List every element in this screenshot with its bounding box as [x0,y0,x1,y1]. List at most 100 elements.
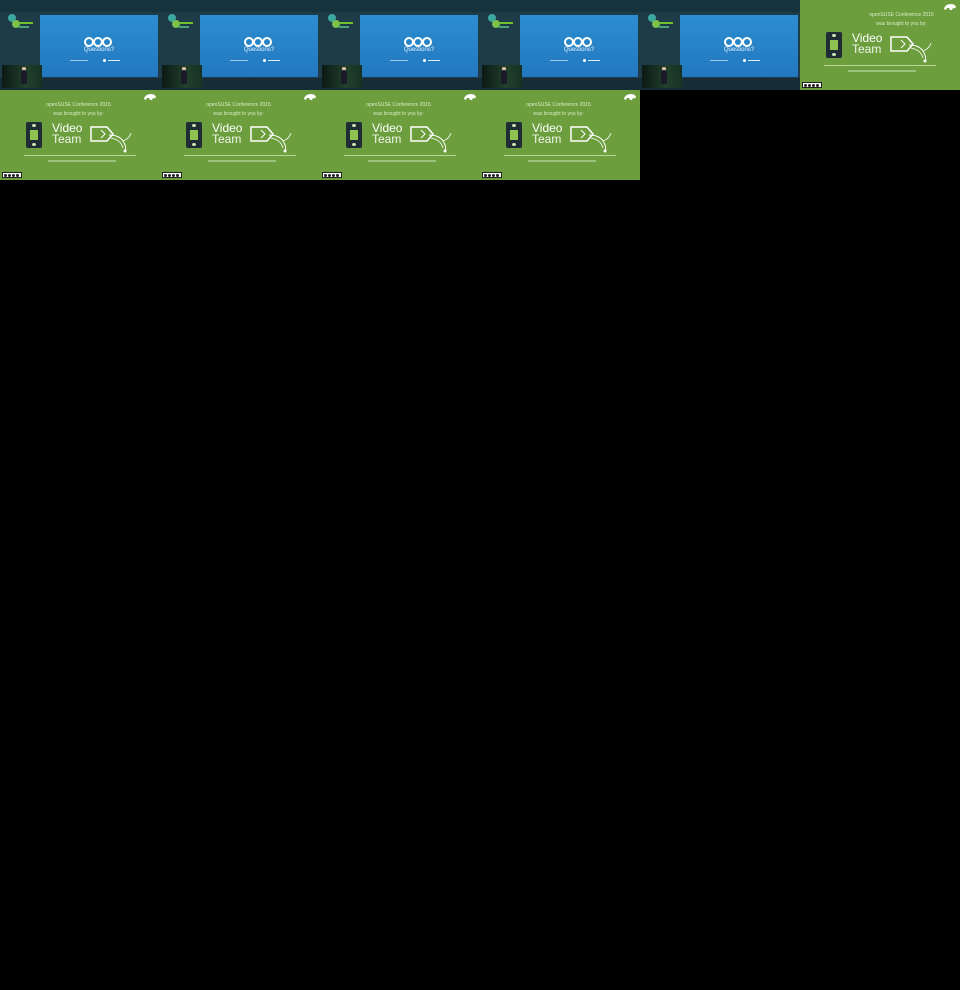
frame-header-strip [480,0,640,12]
cc-license-icon [322,172,342,178]
slide-footer-text [390,60,408,61]
frame-header-strip [320,0,480,12]
slide-footer-text [588,60,600,61]
credit-text: openSUSE Conference 2015 was brought to … [340,101,457,119]
slide-footer-dot [583,59,586,62]
cc-license-icon [2,172,22,178]
slide-title: Questions? [723,47,755,53]
thumbnail-talk-frame[interactable]: Questions? [640,0,800,90]
video-team-title-line-2: Team [532,132,562,146]
slide-area: Questions? [200,15,318,77]
film-strip-icon [506,122,522,148]
video-team-art-icon [890,36,932,63]
slide-footer-text [230,60,248,61]
chameleon-icon [944,4,956,10]
nextcloud-logo-icon [84,35,114,47]
credit-line-1: openSUSE Conference 2015 [526,102,591,108]
slide-footer-text [70,60,88,61]
thumbnail-video-team-frame[interactable]: openSUSE Conference 2015 was brought to … [160,90,320,180]
credit-text: openSUSE Conference 2015 was brought to … [843,11,960,29]
film-strip-icon [346,122,362,148]
video-team-title: Video Team [212,122,242,146]
chameleon-icon [624,94,636,100]
slide-footer-dot [263,59,266,62]
conference-logo-icon [488,14,516,32]
nextcloud-logo-icon [404,35,434,47]
credit-line-2: was brought to you by: [53,111,104,117]
frame-header-strip [160,0,320,12]
slide-footer-text [428,60,440,61]
video-team-title-line-2: Team [212,132,242,146]
thumbnail-video-team-frame[interactable]: openSUSE Conference 2015 was brought to … [480,90,640,180]
slide-footer-text [710,60,728,61]
chameleon-icon [304,94,316,100]
film-strip-icon [26,122,42,148]
credit-text: openSUSE Conference 2015 was brought to … [180,101,297,119]
chameleon-icon [464,94,476,100]
credit-text: openSUSE Conference 2015 was brought to … [20,101,137,119]
footer-url-text [848,70,916,72]
video-team-title: Video Team [372,122,402,146]
video-team-title: Video Team [532,122,562,146]
video-team-art-icon [570,126,612,153]
slide-footer-text [108,60,120,61]
footer-url-text [528,160,596,162]
nextcloud-logo-icon [724,35,754,47]
credit-line-2: was brought to you by: [876,21,927,27]
slide-area: Questions? [40,15,158,77]
conference-logo-icon [328,14,356,32]
nextcloud-logo-icon [244,35,274,47]
credit-line-1: openSUSE Conference 2015 [366,102,431,108]
slide-title: Questions? [403,47,435,53]
credit-line-2: was brought to you by: [533,111,584,117]
footer-url-text [368,160,436,162]
thumbnail-talk-frame[interactable]: Questions? [320,0,480,90]
chameleon-icon [144,94,156,100]
credit-line-2: was brought to you by: [373,111,424,117]
speaker-figure [21,70,27,84]
slide-footer-text [268,60,280,61]
video-team-title-line-2: Team [52,132,82,146]
divider [344,155,456,156]
film-strip-icon [826,32,842,58]
divider [24,155,136,156]
slide-title: Questions? [83,47,115,53]
divider [184,155,296,156]
credit-line-1: openSUSE Conference 2015 [46,102,111,108]
video-team-title: Video Team [852,32,882,56]
thumbnail-talk-frame[interactable]: Questions? [0,0,160,90]
cc-license-icon [802,82,822,88]
slide-footer-dot [743,59,746,62]
video-team-title: Video Team [52,122,82,146]
frame-header-strip [640,0,800,12]
thumbnail-video-team-frame[interactable]: openSUSE Conference 2015 was brought to … [320,90,480,180]
conference-logo-icon [168,14,196,32]
video-team-title-line-2: Team [372,132,402,146]
conference-logo-icon [648,14,676,32]
speaker-figure [661,70,667,84]
divider [504,155,616,156]
speaker-figure [341,70,347,84]
slide-title: Questions? [563,47,595,53]
credit-line-2: was brought to you by: [213,111,264,117]
speaker-figure [501,70,507,84]
slide-area: Questions? [520,15,638,77]
cc-license-icon [482,172,502,178]
nextcloud-logo-icon [564,35,594,47]
credit-line-1: openSUSE Conference 2015 [869,12,934,18]
thumbnail-talk-frame[interactable]: Questions? [480,0,640,90]
slide-footer-text [550,60,568,61]
speaker-figure [181,70,187,84]
video-team-art-icon [90,126,132,153]
thumbnail-talk-frame[interactable]: Questions? [160,0,320,90]
thumbnail-video-team-frame[interactable]: openSUSE Conference 2015 was brought to … [0,90,160,180]
cc-license-icon [162,172,182,178]
divider [824,65,936,66]
slide-area: Questions? [680,15,798,77]
slide-title: Questions? [243,47,275,53]
video-team-art-icon [410,126,452,153]
thumbnail-video-team-frame[interactable]: openSUSE Conference 2015 was brought to … [800,0,960,90]
video-team-title-line-2: Team [852,42,882,56]
thumbnail-grid: Questions? Questions? Questions? Questio… [0,0,960,180]
credit-line-1: openSUSE Conference 2015 [206,102,271,108]
